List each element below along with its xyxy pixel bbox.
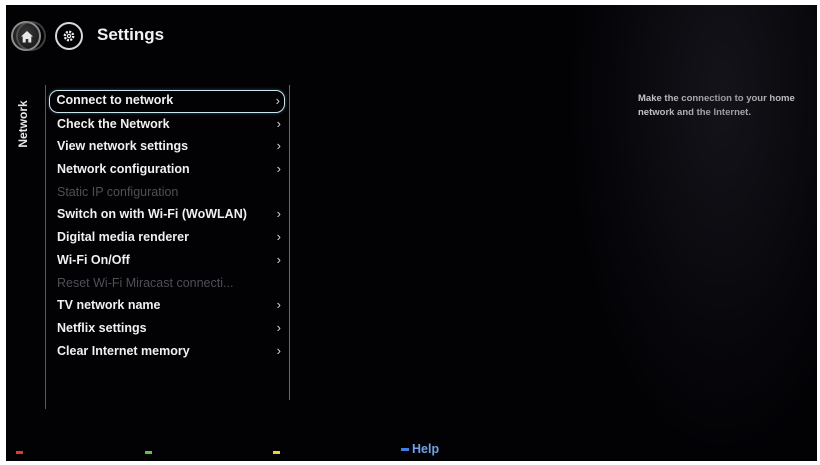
category-label: Network (16, 100, 30, 148)
chevron-right-icon: › (276, 115, 281, 131)
home-icon (21, 31, 33, 43)
menu-item-label: Digital media renderer (57, 230, 189, 245)
menu-item-label: Netflix settings (57, 320, 147, 335)
menu-item[interactable]: Connect to network › (49, 90, 285, 113)
menu-item[interactable]: Digital media renderer › (49, 226, 285, 249)
menu-item-label: Clear Internet memory (57, 343, 190, 358)
chevron-right-icon: › (276, 206, 281, 222)
menu-item[interactable]: Wi-Fi On/Off › (49, 249, 285, 272)
chevron-right-icon: › (276, 251, 281, 267)
menu-item: Static IP configuration› (49, 181, 285, 204)
menu-item-label: TV network name (57, 298, 161, 313)
chevron-right-icon: › (276, 161, 281, 177)
settings-menu: Connect to network › Check the Network › Vie… (49, 90, 285, 362)
menu-item-label: Connect to network (56, 93, 174, 107)
menu-item[interactable]: Switch on with Wi-Fi (WoWLAN) › (49, 203, 285, 226)
chevron-right-icon: › (276, 319, 281, 335)
menu-item-label: Wi-Fi On/Off (57, 252, 130, 267)
home-button[interactable] (11, 21, 46, 51)
menu-divider-left (45, 85, 46, 409)
gear-icon (63, 30, 75, 42)
menu-item: Reset Wi-Fi Miracast connecti...› (49, 272, 285, 295)
menu-item[interactable]: View network settings › (49, 135, 285, 158)
menu-item[interactable]: Clear Internet memory › (49, 340, 285, 363)
help-key[interactable]: Help (401, 442, 439, 456)
chevron-right-icon: › (276, 138, 281, 154)
menu-item-label: Check the Network (57, 116, 170, 131)
yellow-key-indicator[interactable] (273, 451, 280, 454)
menu-item[interactable]: Network configuration › (49, 158, 285, 181)
green-key-indicator[interactable] (145, 451, 152, 454)
red-key-indicator[interactable] (16, 451, 23, 454)
menu-item-label: Reset Wi-Fi Miracast connecti... (57, 275, 234, 290)
menu-item-label: View network settings (57, 139, 189, 154)
menu-item-label: Network configuration (57, 162, 190, 177)
menu-item-label: Switch on with Wi-Fi (WoWLAN) (57, 207, 247, 222)
item-description: Make the connection to your home network… (638, 93, 795, 118)
chevron-right-icon: › (276, 342, 281, 358)
chevron-right-icon: › (276, 229, 281, 245)
settings-icon-badge (55, 22, 83, 50)
chevron-right-icon: › (276, 297, 281, 313)
blue-key-indicator (401, 448, 409, 452)
menu-item[interactable]: TV network name › (49, 294, 285, 317)
menu-item-label: Static IP configuration (57, 184, 179, 199)
menu-item[interactable]: Check the Network › (49, 113, 285, 136)
chevron-right-icon: › (275, 93, 280, 108)
tv-screen: Settings Network Connect to network › Chec… (6, 5, 817, 461)
help-label: Help (412, 442, 440, 456)
menu-item[interactable]: Netflix settings › (49, 317, 285, 340)
page-title: Settings (97, 25, 165, 44)
category-tab-network: Network (13, 95, 31, 155)
menu-divider-right (289, 85, 290, 400)
